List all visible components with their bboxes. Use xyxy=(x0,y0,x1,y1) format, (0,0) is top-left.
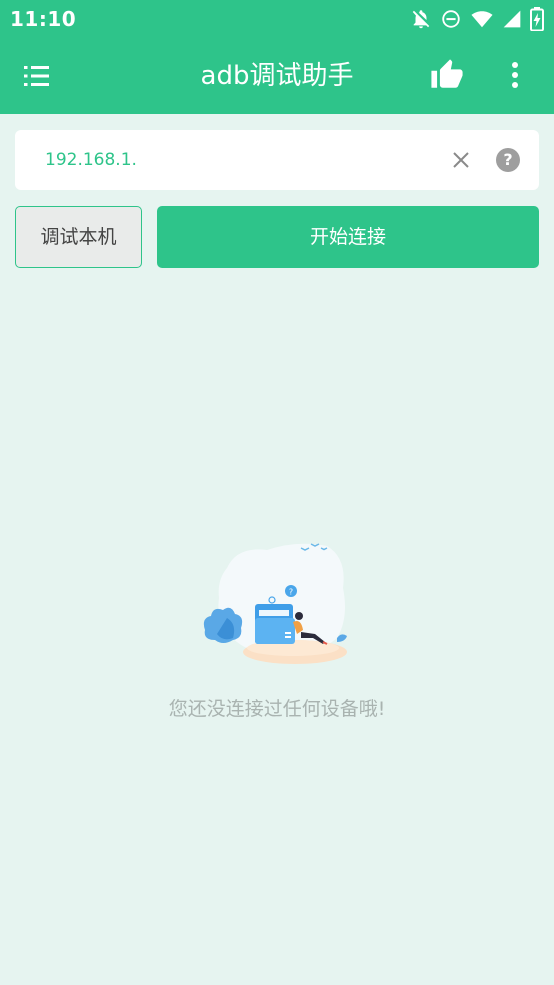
close-icon xyxy=(453,152,469,168)
empty-state-message: 您还没连接过任何设备哦! xyxy=(168,698,386,720)
status-icons xyxy=(410,7,544,31)
app-screen: 11:10 adb调试助手 192.168.1. ? 调试本机 开始连接 ? 您… xyxy=(0,0,554,985)
app-toolbar: adb调试助手 xyxy=(0,38,554,114)
svg-text:?: ? xyxy=(289,588,293,597)
ip-address-card: ? xyxy=(15,130,539,190)
clear-input-button[interactable] xyxy=(449,148,473,172)
wifi-icon xyxy=(471,11,493,28)
battery-charging-icon xyxy=(530,7,544,31)
bell-off-icon xyxy=(412,10,430,29)
status-bar: 11:10 xyxy=(0,0,554,38)
like-button[interactable] xyxy=(430,58,464,92)
app-title: adb调试助手 xyxy=(200,61,354,91)
ip-address-input[interactable] xyxy=(45,142,405,178)
start-connect-button[interactable]: 开始连接 xyxy=(157,206,539,268)
do-not-disturb-icon xyxy=(442,10,460,28)
more-vert-icon xyxy=(512,62,518,88)
debug-local-button[interactable]: 调试本机 xyxy=(15,206,142,268)
status-time: 11:10 xyxy=(10,7,77,31)
cell-signal-icon xyxy=(503,10,521,28)
help-icon[interactable]: ? xyxy=(496,148,520,172)
empty-folder-illustration: ? xyxy=(203,543,347,664)
more-options-button[interactable] xyxy=(504,58,526,92)
thumbs-up-icon xyxy=(431,59,463,88)
